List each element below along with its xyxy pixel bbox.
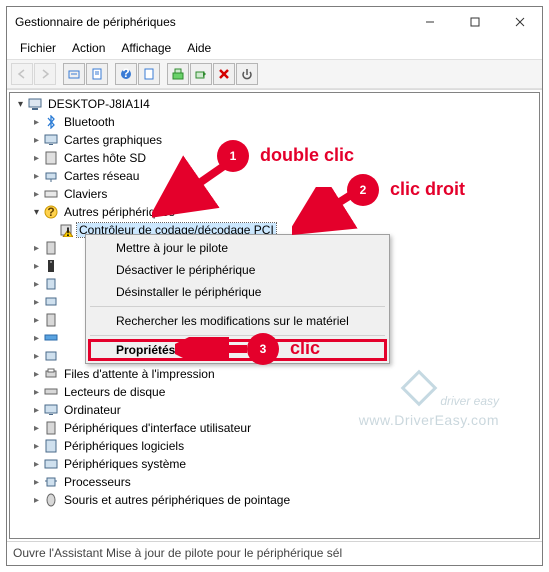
bluetooth-icon <box>43 114 59 130</box>
expand-icon[interactable]: ▾ <box>14 99 27 110</box>
expand-icon[interactable]: ▾ <box>30 207 43 218</box>
status-bar: Ouvre l'Assistant Mise à jour de pilote … <box>7 541 542 565</box>
menu-bar: Fichier Action Affichage Aide <box>7 37 542 59</box>
tree-label: Cartes réseau <box>62 169 141 183</box>
expand-icon[interactable]: ▸ <box>30 459 43 470</box>
expand-icon[interactable]: ▸ <box>30 477 43 488</box>
tree-label: Cartes hôte SD <box>62 151 148 165</box>
software-icon <box>43 438 59 454</box>
disk-icon <box>43 384 59 400</box>
watermark: driver easy www.DriverEasy.com <box>359 375 499 428</box>
svg-text:?: ? <box>47 205 54 219</box>
tree-label: Files d'attente à l'impression <box>62 367 217 381</box>
watermark-brand: driver easy <box>440 394 499 408</box>
update-driver-button[interactable] <box>167 63 189 85</box>
expand-icon[interactable]: ▸ <box>30 387 43 398</box>
tree-label: Lecteurs de disque <box>62 385 167 399</box>
mouse-icon <box>43 492 59 508</box>
menu-file[interactable]: Fichier <box>13 39 63 57</box>
hid-icon <box>43 420 59 436</box>
network-icon <box>43 168 59 184</box>
cm-disable-device[interactable]: Désactiver le périphérique <box>88 259 387 281</box>
tree-label: Ordinateur <box>62 403 123 417</box>
tree-item-bluetooth[interactable]: ▸ Bluetooth <box>14 113 539 131</box>
expand-icon[interactable]: ▸ <box>30 495 43 506</box>
computer-icon <box>27 96 43 112</box>
cm-uninstall-device[interactable]: Désinstaller le périphérique <box>88 281 387 303</box>
tree-item-software[interactable]: ▸ Périphériques logiciels <box>14 437 539 455</box>
menu-view[interactable]: Affichage <box>114 39 178 57</box>
expand-icon[interactable]: ▸ <box>30 405 43 416</box>
warning-device-icon: ! <box>58 222 74 238</box>
menu-help[interactable]: Aide <box>180 39 218 57</box>
scan-hardware-button[interactable] <box>190 63 212 85</box>
tree-item-mouse[interactable]: ▸ Souris et autres périphériques de point… <box>14 491 539 509</box>
expand-icon[interactable]: ▸ <box>30 369 43 380</box>
maximize-button[interactable] <box>452 8 497 36</box>
device-manager-window: Gestionnaire de périphériques Fichier Ac… <box>6 6 543 566</box>
expand-icon[interactable]: ▸ <box>30 441 43 452</box>
annotation-badge-2: 2 <box>347 174 379 206</box>
watermark-icon <box>401 370 438 407</box>
sd-icon <box>43 150 59 166</box>
cm-update-driver[interactable]: Mettre à jour le pilote <box>88 237 387 259</box>
tree-label: Claviers <box>62 187 109 201</box>
display-adapter-icon <box>43 132 59 148</box>
cpu-icon <box>43 474 59 490</box>
annotation-label-3: clic <box>290 338 320 359</box>
svg-text:?: ? <box>122 68 129 80</box>
tree-label: DESKTOP-J8IA1I4 <box>46 97 152 111</box>
annotation-label-1: double clic <box>260 145 354 166</box>
cm-scan-hardware[interactable]: Rechercher les modifications sur le maté… <box>88 310 387 332</box>
back-button[interactable] <box>11 63 33 85</box>
keyboard-icon <box>43 186 59 202</box>
tree-label: Souris et autres périphériques de pointa… <box>62 493 292 507</box>
tree-root[interactable]: ▾ DESKTOP-J8IA1I4 <box>14 95 539 113</box>
tree-label: Cartes graphiques <box>62 133 164 147</box>
menu-action[interactable]: Action <box>65 39 112 57</box>
tree-item-system[interactable]: ▸ Périphériques système <box>14 455 539 473</box>
tree-label: Bluetooth <box>62 115 117 129</box>
expand-icon[interactable]: ▸ <box>30 153 43 164</box>
tree-label: Périphériques d'interface utilisateur <box>62 421 253 435</box>
question-icon: ? <box>43 204 59 220</box>
tree-item-processors[interactable]: ▸ Processeurs <box>14 473 539 491</box>
window-title: Gestionnaire de périphériques <box>15 15 407 29</box>
cm-separator <box>90 306 385 307</box>
close-button[interactable] <box>497 8 542 36</box>
tree-label: Périphériques système <box>62 457 188 471</box>
forward-button[interactable] <box>34 63 56 85</box>
system-icon <box>43 456 59 472</box>
annotation-badge-3: 3 <box>247 333 279 365</box>
expand-icon[interactable]: ▸ <box>30 117 43 128</box>
title-bar: Gestionnaire de périphériques <box>7 7 542 37</box>
printer-icon <box>43 366 59 382</box>
expand-icon[interactable]: ▸ <box>30 423 43 434</box>
tree-label: Périphériques logiciels <box>62 439 186 453</box>
cm-separator <box>90 335 385 336</box>
expand-icon[interactable]: ▸ <box>30 189 43 200</box>
help-button[interactable]: ? <box>115 63 137 85</box>
properties2-button[interactable] <box>138 63 160 85</box>
minimize-button[interactable] <box>407 8 452 36</box>
show-hidden-button[interactable] <box>63 63 85 85</box>
computer-icon <box>43 402 59 418</box>
expand-icon[interactable]: ▸ <box>30 135 43 146</box>
tool-bar: ? <box>7 59 542 89</box>
uninstall-button[interactable] <box>213 63 235 85</box>
tree-item-other-devices[interactable]: ▾?Autres périphériques <box>14 203 539 221</box>
svg-text:!: ! <box>66 225 70 237</box>
annotation-badge-1: 1 <box>217 140 249 172</box>
status-text: Ouvre l'Assistant Mise à jour de pilote … <box>13 546 342 560</box>
tree-label: Processeurs <box>62 475 133 489</box>
expand-icon[interactable]: ▸ <box>30 171 43 182</box>
watermark-url: www.DriverEasy.com <box>359 412 499 428</box>
annotation-label-2: clic droit <box>390 179 465 200</box>
disable-button[interactable] <box>236 63 258 85</box>
properties-button[interactable] <box>86 63 108 85</box>
annotation-arrow-3 <box>175 337 253 361</box>
